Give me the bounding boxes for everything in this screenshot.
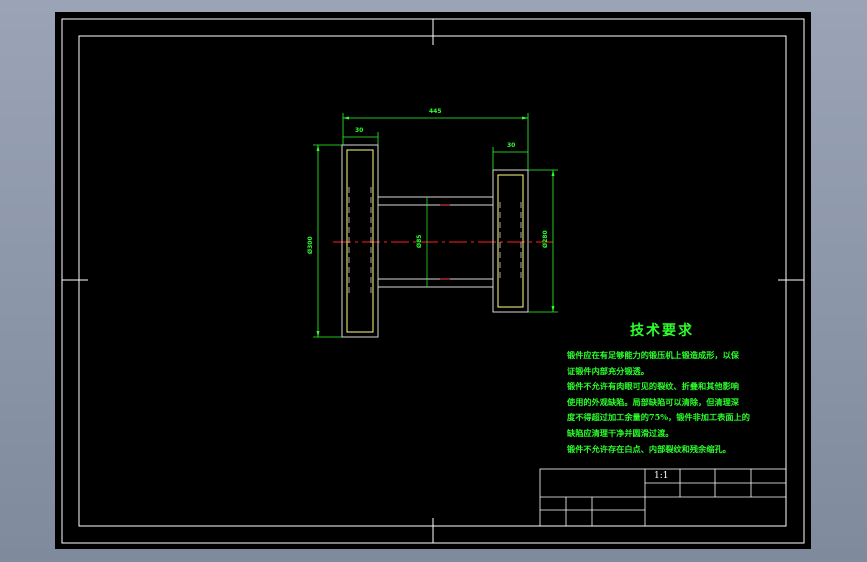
tech-line: 缺陷应清理干净并圆滑过渡。 xyxy=(567,427,674,438)
dim-overall-length: 445 xyxy=(429,108,442,115)
tech-requirements-text: 锻件应在有足够能力的锻压机上锻造成形，以保 证锻件内部充分锻透。 锻件不允许有肉… xyxy=(567,348,757,457)
dim-right-diameter: Ø280 xyxy=(542,230,549,248)
outer-frame xyxy=(61,18,805,544)
drawing-sheet: 445 30 30 Ø300 Ø280 Ø85 技术要求 锻件应在有足够能力的锻… xyxy=(55,12,811,549)
dim-left-diameter: Ø300 xyxy=(307,236,314,254)
right-flange xyxy=(492,169,529,313)
tech-line: 使用的外观缺陷。局部缺陷可以清除，但清理深 xyxy=(567,396,739,407)
tech-line: 锻件应在有足够能力的锻压机上锻造成形，以保 xyxy=(567,350,739,360)
tech-line: 证锻件内部充分锻透。 xyxy=(567,365,649,376)
dim-shaft-diameter: Ø85 xyxy=(416,234,423,248)
drawing-canvas xyxy=(61,18,805,544)
tech-line: 度不得超过加工余量的75%，锻件非加工表面上的 xyxy=(567,412,750,423)
dim-left-width: 30 xyxy=(355,127,364,134)
tech-line: 锻件不允许存在白点、内部裂纹和残余缩孔。 xyxy=(567,443,731,454)
dim-right-width: 30 xyxy=(507,142,516,149)
tech-line: 锻件不允许有肉眼可见的裂纹、折叠和其他影响 xyxy=(567,381,739,392)
tech-requirements-title: 技术要求 xyxy=(630,323,694,339)
scale-label: 1:1 xyxy=(654,471,669,481)
left-flange xyxy=(341,144,379,338)
